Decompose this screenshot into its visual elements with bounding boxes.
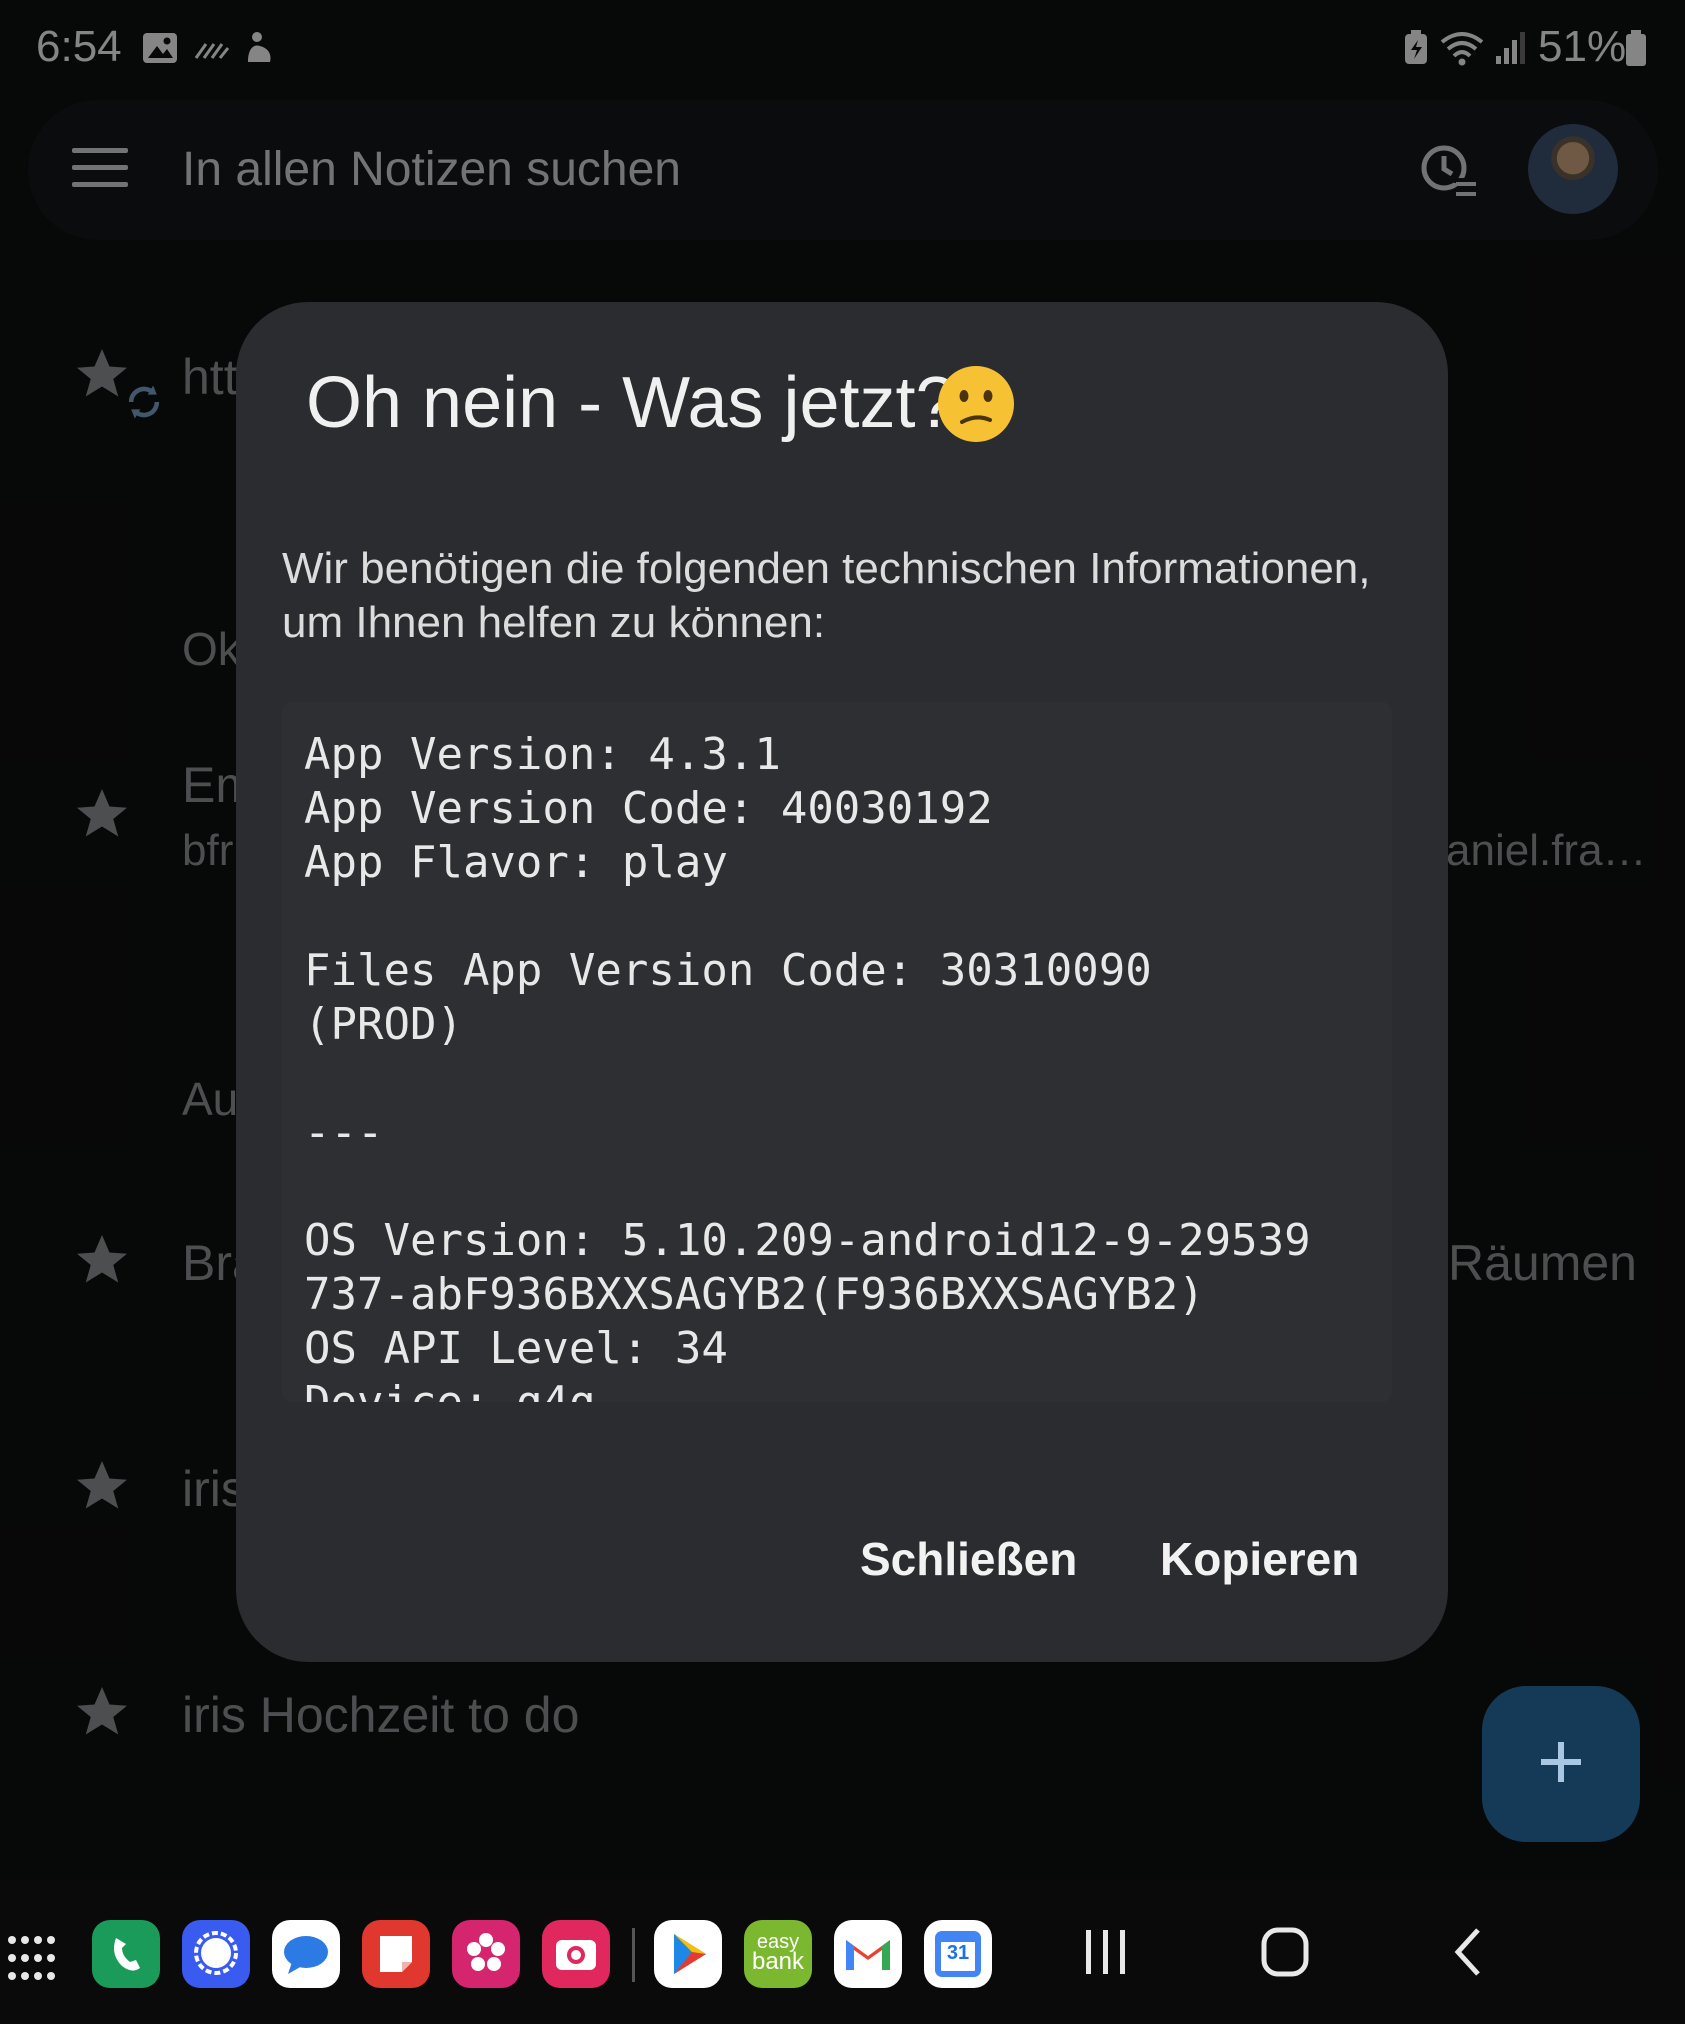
- confused-face-icon: [938, 366, 1014, 442]
- back-icon[interactable]: [1448, 1924, 1488, 1980]
- play-store-icon[interactable]: [654, 1920, 722, 1988]
- easybank-app-icon[interactable]: easy bank: [744, 1920, 812, 1988]
- messages-app-icon[interactable]: [272, 1920, 340, 1988]
- camera-app-icon[interactable]: [542, 1920, 610, 1988]
- add-note-button[interactable]: [1482, 1686, 1640, 1842]
- close-button[interactable]: Schließen: [860, 1532, 1077, 1586]
- plus-icon: [1541, 1742, 1581, 1782]
- gmail-app-icon[interactable]: [834, 1920, 902, 1988]
- error-dialog: Oh nein - Was jetzt? Wir benötigen die f…: [236, 302, 1448, 1662]
- home-icon[interactable]: [1260, 1924, 1310, 1980]
- recent-apps-icon[interactable]: [1082, 1924, 1130, 1980]
- app-drawer-icon[interactable]: [6, 1932, 58, 1984]
- copy-button[interactable]: Kopieren: [1160, 1532, 1359, 1586]
- technical-info-text: App Version: 4.3.1 App Version Code: 400…: [304, 729, 1311, 1402]
- signal-app-icon[interactable]: [182, 1920, 250, 1988]
- technical-info-box[interactable]: App Version: 4.3.1 App Version Code: 400…: [282, 702, 1392, 1402]
- dock-divider: [632, 1928, 635, 1982]
- blossom-app-icon[interactable]: [452, 1920, 520, 1988]
- calendar-day: 31: [946, 1942, 970, 1964]
- navigation-bar: easy bank 31: [0, 1880, 1685, 2024]
- notes-app-icon[interactable]: [362, 1920, 430, 1988]
- dialog-title: Oh nein - Was jetzt?: [306, 363, 956, 443]
- easybank-label-bottom: bank: [751, 1948, 805, 1975]
- phone-app-icon[interactable]: [92, 1920, 160, 1988]
- dialog-message: Wir benötigen die folgenden technischen …: [282, 544, 1371, 647]
- calendar-app-icon[interactable]: 31: [924, 1920, 992, 1988]
